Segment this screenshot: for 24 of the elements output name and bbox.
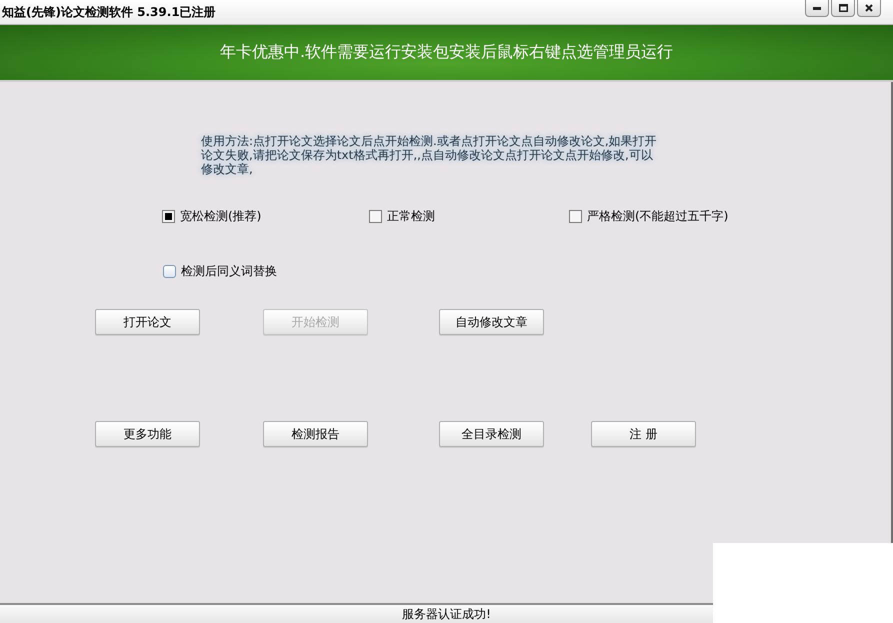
action-button[interactable]: 全目录检测 xyxy=(439,421,544,447)
checkbox[interactable] xyxy=(569,210,582,223)
action-button[interactable]: 检测报告 xyxy=(263,421,368,447)
instructions-text: 使用方法:点打开论文选择论文后点开始检测.或者点打开论文点自动修改论文,如果打开论文失败,请把论文保存为txt格式再打开,,点自动修改论文点打开论文点开始修改,可以修改文章, xyxy=(201,134,658,176)
minimize-icon xyxy=(813,6,821,10)
action-button[interactable]: 注 册 xyxy=(591,421,696,447)
action-button[interactable]: 自动修改文章 xyxy=(439,309,544,335)
maximize-icon xyxy=(838,4,848,12)
action-button[interactable]: 打开论文 xyxy=(95,309,200,335)
checkbox[interactable] xyxy=(162,210,175,223)
status-text: 服务器认证成功! xyxy=(402,606,491,622)
checkbox[interactable] xyxy=(369,210,382,223)
checkbox[interactable] xyxy=(163,265,176,278)
minimize-button[interactable] xyxy=(805,0,829,17)
checkbox-label: 宽松检测(推荐) xyxy=(180,208,262,225)
banner-text: 年卡优惠中.软件需要运行安装包安装后鼠标右键点选管理员运行 xyxy=(220,42,674,63)
window-title: 知益(先锋)论文检测软件 5.39.1已注册 xyxy=(2,4,216,21)
checkbox-label: 严格检测(不能超过五千字) xyxy=(587,208,728,225)
close-icon xyxy=(865,4,873,12)
checkbox-label: 正常检测 xyxy=(387,208,435,225)
action-button[interactable]: 更多功能 xyxy=(95,421,200,447)
checkbox-label: 检测后同义词替换 xyxy=(181,263,277,280)
close-button[interactable] xyxy=(857,0,881,17)
maximize-button[interactable] xyxy=(831,0,855,17)
